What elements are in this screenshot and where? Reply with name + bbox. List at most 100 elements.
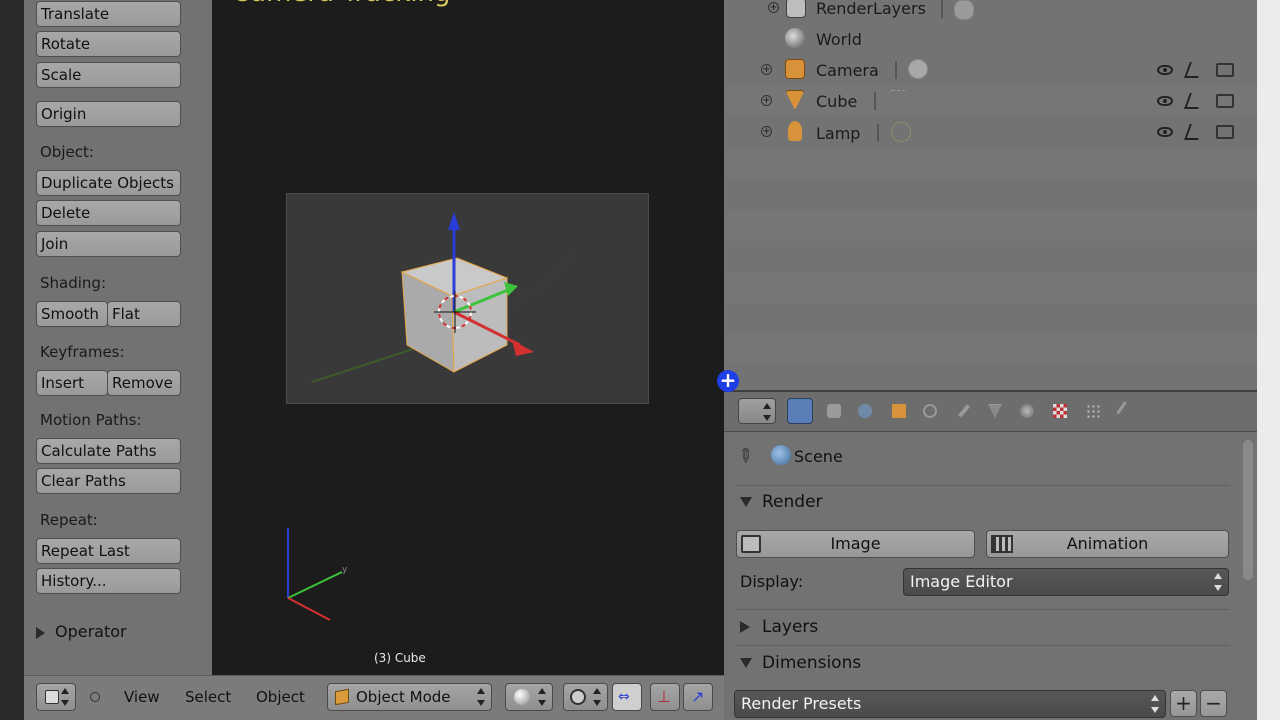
pivot-arrows-icon bbox=[593, 688, 601, 706]
render-presets-label: Render Presets bbox=[741, 694, 862, 713]
outliner-item-lamp[interactable]: Lamp bbox=[816, 121, 860, 147]
properties-scrollbar[interactable] bbox=[1243, 440, 1253, 580]
divider bbox=[736, 485, 1230, 486]
view-axis-widget: y bbox=[287, 528, 348, 621]
collapse-triangle-icon bbox=[740, 658, 752, 668]
origin-button[interactable]: Origin bbox=[36, 101, 181, 127]
display-select[interactable]: Image Editor bbox=[903, 568, 1229, 596]
dimensions-panel-header[interactable]: Dimensions bbox=[740, 653, 861, 673]
pivot-point-icon bbox=[570, 689, 586, 705]
render-image-camera-icon bbox=[741, 535, 761, 553]
lamp-object-icon bbox=[788, 121, 802, 141]
manipulator-toggle-button[interactable]: ⇔ bbox=[612, 683, 642, 711]
rotate-button[interactable]: Rotate bbox=[36, 31, 181, 57]
select-menu[interactable]: Select bbox=[185, 688, 231, 706]
cube-visibility-eye-icon[interactable] bbox=[1157, 96, 1173, 106]
remove-preset-button[interactable]: − bbox=[1200, 690, 1227, 717]
solid-shading-sphere-icon bbox=[514, 689, 530, 705]
svg-text:y: y bbox=[342, 565, 348, 575]
history-button[interactable]: History... bbox=[36, 568, 181, 594]
display-label: Display: bbox=[740, 572, 804, 591]
scale-button[interactable]: Scale bbox=[36, 62, 181, 88]
calculate-paths-button[interactable]: Calculate Paths bbox=[36, 438, 181, 464]
display-select-value: Image Editor bbox=[910, 572, 1013, 591]
delete-button[interactable]: Delete bbox=[36, 200, 181, 226]
right-edge bbox=[1257, 0, 1280, 720]
remove-keyframe-button[interactable]: Remove bbox=[107, 370, 181, 396]
join-button[interactable]: Join bbox=[36, 231, 181, 257]
outliner-panel bbox=[724, 0, 1257, 390]
modifiers-tab-wrench-icon[interactable] bbox=[950, 398, 976, 424]
render-layers-tab-icon[interactable] bbox=[821, 398, 847, 424]
duplicate-objects-button[interactable]: Duplicate Objects bbox=[36, 170, 181, 196]
object-tab-icon[interactable] bbox=[886, 398, 912, 424]
operator-panel-header[interactable]: Operator bbox=[36, 622, 127, 641]
translate-manipulator-icon: ⊥ bbox=[657, 687, 671, 706]
translate-manipulator-button[interactable]: ⊥ bbox=[650, 683, 680, 711]
object-menu[interactable]: Object bbox=[256, 688, 305, 706]
object-mode-cube-icon bbox=[335, 688, 349, 706]
smooth-button[interactable]: Smooth bbox=[36, 301, 108, 327]
display-select-arrows-icon bbox=[1214, 573, 1222, 591]
scene-tab-icon[interactable] bbox=[852, 398, 878, 424]
renderlayers-expand-icon[interactable]: + bbox=[768, 2, 779, 13]
render-panel-header[interactable]: Render bbox=[740, 492, 823, 512]
object-mode-label: Object Mode bbox=[356, 688, 451, 706]
clear-paths-button[interactable]: Clear Paths bbox=[36, 468, 181, 494]
render-tab-camera-icon[interactable] bbox=[787, 398, 813, 424]
render-presets-select[interactable]: Render Presets bbox=[734, 690, 1166, 718]
translate-button[interactable]: Translate bbox=[36, 1, 181, 27]
outliner-item-cube[interactable]: Cube bbox=[816, 89, 857, 115]
render-image-label: Image bbox=[830, 534, 881, 553]
object-mode-select[interactable]: Object Mode bbox=[327, 683, 492, 711]
scene-context-icon bbox=[771, 445, 791, 465]
cube-renderable-icon[interactable] bbox=[1216, 94, 1234, 108]
texture-tab-icon[interactable] bbox=[1047, 398, 1073, 424]
header-collapse-icon[interactable] bbox=[90, 692, 100, 702]
outliner-item-camera[interactable]: Camera bbox=[816, 58, 879, 84]
renderlayers-icon bbox=[786, 0, 806, 18]
add-preset-button[interactable]: + bbox=[1170, 690, 1197, 717]
constraints-tab-icon[interactable] bbox=[917, 398, 943, 424]
cube-expand-icon[interactable]: + bbox=[761, 95, 772, 106]
camera-renderable-icon[interactable] bbox=[1216, 63, 1234, 77]
object-section-label: Object: bbox=[40, 143, 94, 161]
rotate-manipulator-icon: ↗ bbox=[691, 687, 705, 706]
camera-expand-icon[interactable]: + bbox=[761, 64, 772, 75]
material-tab-icon[interactable] bbox=[1014, 398, 1040, 424]
expand-triangle-icon bbox=[36, 626, 45, 639]
editor-type-arrows-icon bbox=[763, 403, 771, 421]
lamp-expand-icon[interactable]: + bbox=[761, 126, 772, 137]
repeat-last-button[interactable]: Repeat Last bbox=[36, 538, 181, 564]
editor-type-arrows-icon bbox=[61, 688, 69, 706]
dimensions-panel-label: Dimensions bbox=[762, 653, 862, 673]
view-menu[interactable]: View bbox=[124, 688, 160, 706]
outliner-item-world[interactable]: World bbox=[816, 27, 862, 53]
viewport-shading-select[interactable] bbox=[505, 683, 553, 711]
lamp-visibility-eye-icon[interactable] bbox=[1157, 127, 1173, 137]
expand-triangle-icon bbox=[740, 621, 750, 633]
rotate-manipulator-button[interactable]: ↗ bbox=[683, 683, 713, 711]
layers-panel-label: Layers bbox=[762, 617, 819, 637]
physics-tab-icon[interactable] bbox=[1113, 398, 1139, 424]
camera-data-icon bbox=[908, 59, 928, 79]
viewport-scene: y bbox=[287, 212, 573, 621]
editor-type-cube-icon bbox=[45, 690, 59, 704]
pivot-point-select[interactable] bbox=[563, 683, 608, 711]
outliner-item-renderlayers[interactable]: RenderLayers bbox=[816, 0, 926, 22]
properties-editor-type-button[interactable] bbox=[738, 398, 776, 424]
render-animation-button[interactable]: Animation bbox=[986, 530, 1229, 558]
particles-tab-icon[interactable] bbox=[1080, 398, 1106, 424]
render-image-button[interactable]: Image bbox=[736, 530, 975, 558]
layers-panel-header[interactable]: Layers bbox=[740, 617, 818, 637]
area-split-cursor-icon: + bbox=[717, 370, 739, 392]
render-animation-label: Animation bbox=[1066, 534, 1149, 553]
render-animation-clapper-icon bbox=[991, 535, 1013, 553]
data-tab-mesh-icon[interactable] bbox=[982, 398, 1008, 424]
editor-type-button[interactable] bbox=[36, 683, 76, 711]
flat-button[interactable]: Flat bbox=[107, 301, 181, 327]
camera-visibility-eye-icon[interactable] bbox=[1157, 65, 1173, 75]
insert-keyframe-button[interactable]: Insert bbox=[36, 370, 108, 396]
outliner-separator bbox=[874, 92, 876, 110]
lamp-renderable-icon[interactable] bbox=[1216, 125, 1234, 139]
